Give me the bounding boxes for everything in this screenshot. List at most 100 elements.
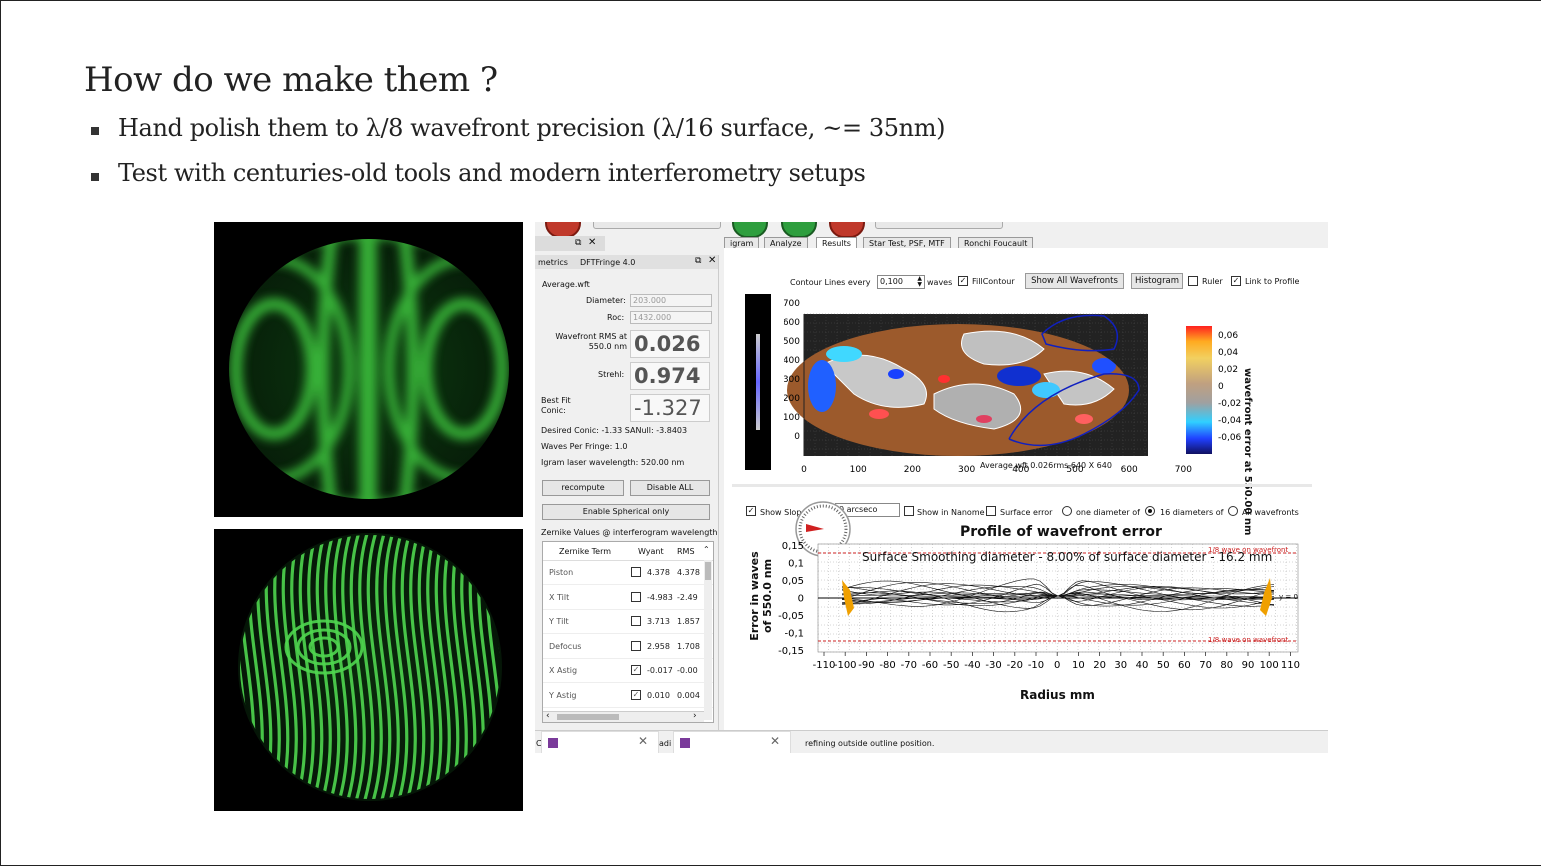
x-tick-label: 90 (1242, 660, 1255, 671)
x-tick-label: -90 (858, 660, 874, 671)
contour-value: 0,100 (880, 277, 903, 286)
taskbar-thumbnail[interactable]: ✕ (541, 731, 659, 753)
y-tick-label: 600 (784, 318, 800, 328)
spin-arrows-icon[interactable]: ▲ ▼ (917, 276, 922, 288)
bestfit-label: Best Fit Conic: (541, 396, 571, 415)
link-profile-checkbox[interactable]: ✓ (1231, 276, 1241, 286)
fillcontour-checkbox[interactable]: ✓ (958, 276, 968, 286)
zernike-checkbox[interactable] (631, 616, 641, 626)
show-slope-checkbox[interactable]: ✓ (746, 506, 756, 516)
next-button[interactable] (732, 222, 768, 238)
table-row[interactable]: Piston 4.378 4.378 (543, 560, 713, 585)
profile-xlabel: Radius mm (1020, 688, 1095, 702)
show-all-wavefronts-button[interactable]: Show All Wavefronts (1025, 273, 1124, 289)
all-wavefronts-radio[interactable] (1228, 506, 1238, 516)
zernike-checkbox[interactable] (631, 567, 641, 577)
float-icon[interactable]: ⧉ (695, 256, 701, 266)
colorbar-tick-label: -0,02 (1218, 399, 1241, 409)
scroll-up-icon[interactable]: ⌃ (703, 545, 710, 554)
y-tick-label: 0 (798, 594, 804, 605)
close-icon[interactable]: ✕ (588, 237, 596, 248)
metrics-header: metrics DFTFringe 4.0 ⧉ ✕ (535, 255, 718, 269)
x-tick-label: -40 (964, 660, 980, 671)
vertical-scrollbar[interactable] (704, 560, 712, 720)
zernike-rms: 0.004 (677, 690, 700, 700)
zernike-checkbox[interactable] (631, 640, 641, 651)
splitter[interactable] (732, 484, 1312, 487)
toolbar-field[interactable] (593, 222, 721, 229)
table-row[interactable]: Defocus 2.958 1.708 (543, 634, 713, 659)
contour-spinbox[interactable]: 0,100 ▲ ▼ (877, 275, 925, 289)
table-row[interactable]: Y Astig ✓ 0.010 0.004 (543, 683, 713, 708)
x-tick-label: 80 (1220, 660, 1233, 671)
zernike-checkbox[interactable]: ✓ (631, 689, 641, 700)
zernike-rms: 1.857 (677, 617, 700, 626)
y-tick-label: 700 (784, 299, 800, 309)
y-tick-label: -0,1 (784, 629, 804, 640)
bestfit-value: -1.327 (630, 394, 710, 422)
roc-field[interactable]: 1432.000 (630, 311, 712, 324)
file-name: Average.wft (542, 280, 590, 289)
app-icon (548, 738, 558, 748)
recompute-button[interactable]: recompute (542, 480, 624, 496)
table-row[interactable]: X Tilt -4.983 -2.49 (543, 585, 713, 610)
taskbar-thumbnail[interactable]: ✕ (673, 731, 791, 753)
y0-label: y = 0 (1279, 593, 1298, 601)
float-icon[interactable]: ⧉ (575, 238, 581, 248)
zernike-checkbox[interactable]: ✓ (631, 665, 641, 675)
x-tick-label: 0 (1054, 660, 1060, 671)
scrollbar-thumb[interactable] (557, 714, 619, 720)
close-icon[interactable]: ✕ (770, 734, 780, 748)
zernike-table[interactable]: Zernike Term Wyant RMS ⌃ Piston 4.378 4.37… (542, 541, 714, 723)
diameter-field[interactable]: 203.000 (630, 294, 712, 307)
contour-caption: Average.wft 0.026rms 640 X 640 (980, 461, 1112, 470)
strehl-value: 0.974 (630, 362, 710, 390)
table-row[interactable]: Y Tilt 3.713 1.857 (543, 609, 713, 634)
x-tick-label: 40 (1136, 660, 1149, 671)
close-icon[interactable]: ✕ (708, 255, 716, 266)
close-icon[interactable]: ✕ (638, 734, 648, 748)
show-nanome-checkbox[interactable] (904, 506, 914, 516)
one-diameter-radio[interactable] (1062, 506, 1072, 516)
ruler-label: Ruler (1202, 277, 1223, 286)
stop-button[interactable] (829, 222, 865, 238)
x-tick-label: 700 (1175, 465, 1192, 474)
zernike-rms: 1.708 (677, 641, 700, 651)
status-text: refining outside outline position. (805, 739, 935, 748)
colorbar-tick-label: 0,04 (1218, 348, 1238, 358)
y-tick-label: 0,05 (782, 576, 804, 587)
ruler-checkbox[interactable] (1188, 276, 1198, 286)
app-icon (680, 738, 690, 748)
enable-spherical-button[interactable]: Enable Spherical only (542, 504, 710, 520)
horizontal-scrollbar[interactable]: ‹ › (543, 711, 704, 722)
zernike-term: Y Astig (549, 690, 577, 700)
zernike-rms: -2.49 (677, 592, 698, 602)
sixteen-diameters-radio[interactable] (1145, 506, 1155, 516)
histogram-button[interactable]: Histogram (1131, 273, 1183, 289)
disable-all-button[interactable]: Disable ALL (630, 480, 710, 496)
contour-plot: 70060050040030020010000 100 200 300 400 500 60… (784, 299, 1242, 474)
toolbar-field[interactable] (875, 222, 1003, 229)
contour-label: Contour Lines every (790, 278, 871, 287)
x-tick-label: -10 (1028, 660, 1044, 671)
profile-ylabel-line-1: Error in waves (748, 551, 761, 641)
zernike-wyant: 4.378 (647, 568, 670, 577)
zernike-checkbox[interactable] (631, 591, 641, 602)
x-tick-label: -50 (943, 660, 959, 671)
x-tick-label: 0 (801, 465, 807, 474)
table-row[interactable]: X Astig ✓ -0.017 -0.00 (543, 658, 713, 683)
show-nanome-label: Show in Nanome (917, 508, 985, 517)
forward-button[interactable] (781, 222, 817, 238)
scroll-right-icon[interactable]: › (693, 711, 697, 721)
colorbar-tick-label: 0 (1218, 382, 1224, 392)
bullet-text: Test with centuries-old tools and modern… (118, 159, 866, 187)
x-tick-label: -60 (922, 660, 938, 671)
surface-error-checkbox[interactable] (986, 506, 996, 516)
x-tick-label: 30 (1114, 660, 1127, 671)
scrollbar-thumb[interactable] (705, 562, 711, 580)
fringe-line (223, 529, 237, 811)
colorbar-tick-label: -0,06 (1218, 433, 1242, 443)
x-tick-label: 100 (1260, 660, 1279, 671)
slide-title: How do we make them ? (84, 60, 498, 100)
scroll-left-icon[interactable]: ‹ (546, 711, 550, 721)
